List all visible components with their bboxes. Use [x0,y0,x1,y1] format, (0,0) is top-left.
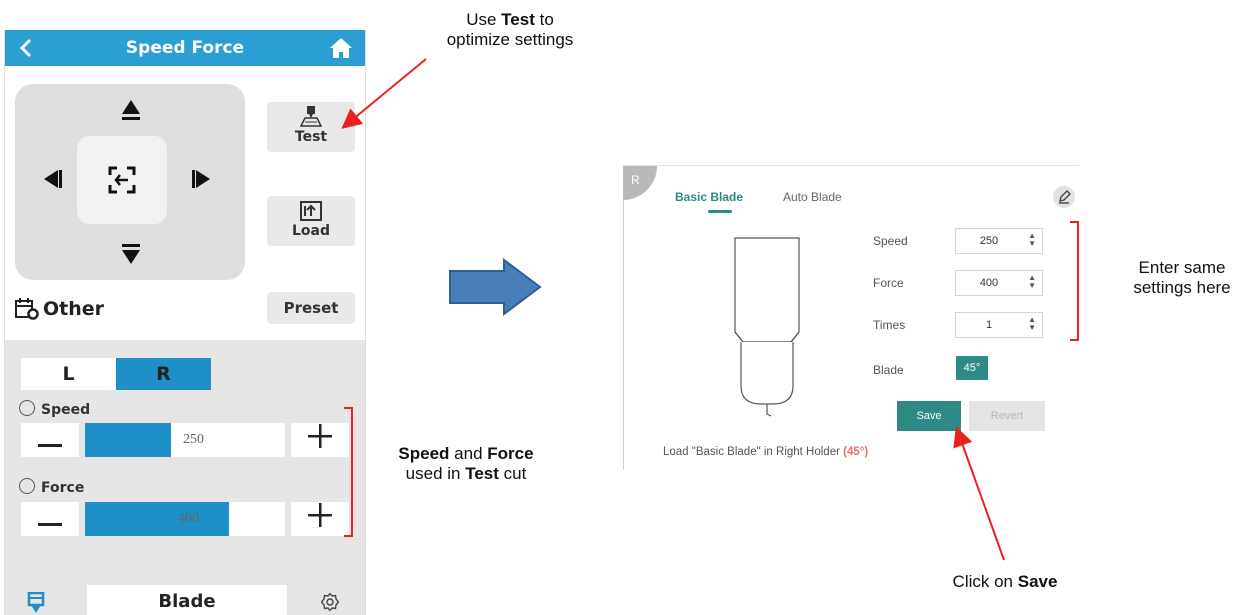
arrow-to-test [341,58,427,129]
annotation-overlay [341,58,1079,561]
settings-bracket [1070,221,1079,341]
arrow-to-save [953,426,1005,561]
speed-force-bracket [344,407,353,537]
